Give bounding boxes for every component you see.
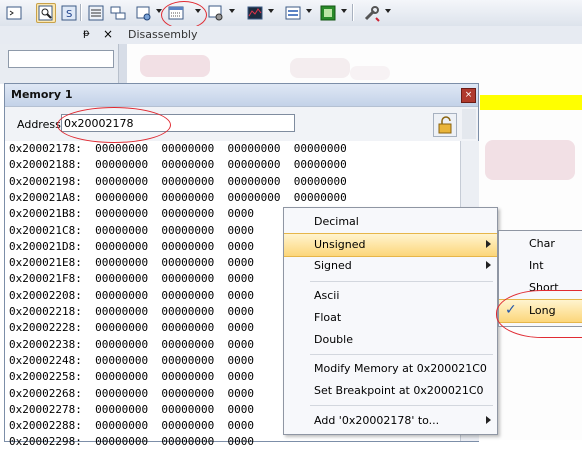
submenu-item-char[interactable]: Char <box>499 233 582 255</box>
svg-text:S: S <box>66 9 72 20</box>
menu-item-modify-memory[interactable]: Modify Memory at 0x200021C0 <box>284 358 497 380</box>
pin-icon[interactable]: ᵽ <box>83 28 90 39</box>
menu-item-label: Set Breakpoint at 0x200021C0 <box>314 384 484 397</box>
system-viewer-icon <box>285 6 301 20</box>
lock-button[interactable] <box>433 113 457 137</box>
toolbar-separator <box>80 4 82 21</box>
submenu-item-label: Int <box>529 259 544 272</box>
disassembly-window-button[interactable] <box>36 3 56 23</box>
memory-row[interactable]: 0x200021A8: 00000000 00000000 00000000 0… <box>9 191 347 207</box>
menu-item-double[interactable]: Double <box>284 329 497 351</box>
memory-row[interactable]: 0x200021E8: 00000000 00000000 0000 <box>9 256 254 272</box>
memory-row[interactable]: 0x20002228: 00000000 00000000 0000 <box>9 321 254 337</box>
submenu-arrow-icon <box>486 240 491 248</box>
menu-item-label: Float <box>314 311 342 324</box>
menu-item-label: Add '0x20002178' to... <box>314 414 440 427</box>
serial-icon <box>208 5 223 21</box>
menu-item-decimal[interactable]: Decimal <box>284 211 497 233</box>
memory-row[interactable]: 0x20002188: 00000000 00000000 00000000 0… <box>9 158 347 174</box>
terminal-icon <box>6 6 22 20</box>
registers-window-button[interactable] <box>86 3 106 23</box>
close-icon[interactable]: × <box>103 27 113 41</box>
system-viewer-button[interactable] <box>283 3 303 23</box>
toolbox-button[interactable] <box>362 3 382 23</box>
menu-item-label: Modify Memory at 0x200021C0 <box>314 362 487 375</box>
memory-window-titlebar[interactable]: Memory 1 × <box>5 84 478 106</box>
memory-row[interactable]: 0x20002278: 00000000 00000000 0000 <box>9 403 254 419</box>
menu-item-label: Unsigned <box>314 238 366 251</box>
menu-separator <box>310 354 493 355</box>
trace-button[interactable] <box>318 3 338 23</box>
menu-separator <box>310 281 493 282</box>
memory-row[interactable]: 0x200021C8: 00000000 00000000 0000 <box>9 224 254 240</box>
logic-analyzer-button[interactable] <box>245 3 265 23</box>
chevron-down-icon[interactable] <box>341 9 347 13</box>
annotation-circle-long <box>496 290 582 338</box>
memory-row[interactable]: 0x20002218: 00000000 00000000 0000 <box>9 305 254 321</box>
memory-row[interactable]: 0x200021F8: 00000000 00000000 0000 <box>9 272 254 288</box>
chevron-down-icon[interactable] <box>306 9 312 13</box>
blurred-content <box>290 58 350 78</box>
submenu-item-int[interactable]: Int <box>499 255 582 277</box>
menu-item-label: Signed <box>314 259 352 272</box>
watch-icon <box>136 6 151 21</box>
trace-icon <box>320 5 336 21</box>
blurred-content <box>140 55 210 77</box>
magnify-page-icon <box>38 5 53 21</box>
wrench-icon <box>364 6 380 22</box>
address-bar-scrollbar[interactable] <box>462 109 476 139</box>
pane-caption-row: ᵽ × Disassembly <box>0 26 582 45</box>
chevron-down-icon[interactable] <box>268 9 274 13</box>
call-stack-button[interactable] <box>108 3 128 23</box>
command-window-button[interactable] <box>4 3 24 23</box>
serial-window-button[interactable] <box>206 3 226 23</box>
memory-row[interactable]: 0x20002178: 00000000 00000000 00000000 0… <box>9 142 347 158</box>
current-instruction-highlight <box>480 95 582 110</box>
menu-item-label: Ascii <box>314 289 340 302</box>
memory-row[interactable]: 0x20002268: 00000000 00000000 0000 <box>9 387 254 403</box>
annotation-circle-address <box>57 107 171 143</box>
blurred-content <box>485 140 575 180</box>
memory-row[interactable]: 0x200021D8: 00000000 00000000 0000 <box>9 240 254 256</box>
memory-row[interactable]: 0x20002288: 00000000 00000000 0000 <box>9 419 254 435</box>
menu-item-signed[interactable]: Signed <box>284 255 497 277</box>
menu-item-set-breakpoint[interactable]: Set Breakpoint at 0x200021C0 <box>284 380 497 402</box>
project-panel-field[interactable] <box>8 50 114 68</box>
memory-row[interactable]: 0x20002208: 00000000 00000000 0000 <box>9 289 254 305</box>
menu-item-label: Double <box>314 333 353 346</box>
memory-row[interactable]: 0x20002298: 00000000 00000000 0000 <box>9 435 254 451</box>
analyzer-icon <box>247 6 263 20</box>
call-stack-icon <box>110 6 126 20</box>
memory-window-title: Memory 1 <box>11 88 73 101</box>
memory-row[interactable]: 0x200021B8: 00000000 00000000 0000 <box>9 207 254 223</box>
debug-toolbar: S <box>0 0 582 27</box>
annotation-circle-toolbar <box>161 1 207 29</box>
submenu-arrow-icon <box>486 416 491 424</box>
blurred-content <box>350 66 390 80</box>
memory-row[interactable]: 0x20002258: 00000000 00000000 0000 <box>9 370 254 386</box>
menu-item-label: Decimal <box>314 215 359 228</box>
toolbar-separator <box>352 4 354 21</box>
menu-item-ascii[interactable]: Ascii <box>284 285 497 307</box>
chevron-down-icon[interactable] <box>385 9 391 13</box>
menu-item-float[interactable]: Float <box>284 307 497 329</box>
memory-row[interactable]: 0x20002198: 00000000 00000000 00000000 0… <box>9 175 347 191</box>
submenu-arrow-icon <box>486 261 491 269</box>
watch-window-button[interactable] <box>134 3 154 23</box>
close-icon[interactable]: × <box>461 88 476 103</box>
disassembly-tab-title[interactable]: Disassembly <box>128 28 198 41</box>
memory-row[interactable]: 0x20002238: 00000000 00000000 0000 <box>9 338 254 354</box>
menu-item-add-to[interactable]: Add '0x20002178' to... <box>284 410 497 432</box>
chevron-down-icon[interactable] <box>229 9 235 13</box>
menu-item-unsigned[interactable]: Unsigned <box>284 233 497 257</box>
symbols-icon: S <box>61 5 77 21</box>
memory-row[interactable]: 0x20002248: 00000000 00000000 0000 <box>9 354 254 370</box>
registers-icon <box>88 5 104 21</box>
unlock-icon <box>438 116 452 134</box>
symbols-window-button[interactable]: S <box>59 3 79 23</box>
menu-separator <box>310 405 493 406</box>
submenu-item-label: Char <box>529 237 555 250</box>
context-menu: Decimal Unsigned Signed Ascii Float Doub… <box>283 207 498 435</box>
